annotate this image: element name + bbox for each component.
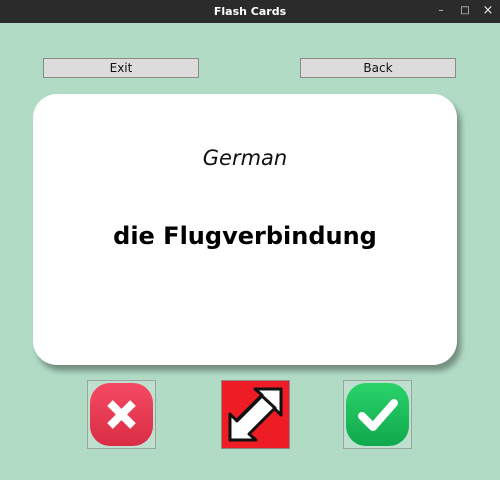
flip-arrows-icon [222,381,289,448]
back-button[interactable]: Back [300,58,456,78]
flip-button[interactable] [221,380,290,449]
title-bar: Flash Cards – □ × [0,0,500,23]
window-title: Flash Cards [213,5,287,18]
card-word: die Flugverbindung [113,222,377,250]
exit-button[interactable]: Exit [43,58,199,78]
flash-card[interactable]: German die Flugverbindung [33,94,457,365]
card-language: German [202,146,288,170]
maximize-icon[interactable]: □ [454,0,476,23]
wrong-button[interactable] [87,380,156,449]
correct-button[interactable] [343,380,412,449]
minimize-icon[interactable]: – [430,0,452,23]
x-icon [90,383,153,446]
checkmark-icon [346,383,409,446]
close-icon[interactable]: × [477,0,499,23]
